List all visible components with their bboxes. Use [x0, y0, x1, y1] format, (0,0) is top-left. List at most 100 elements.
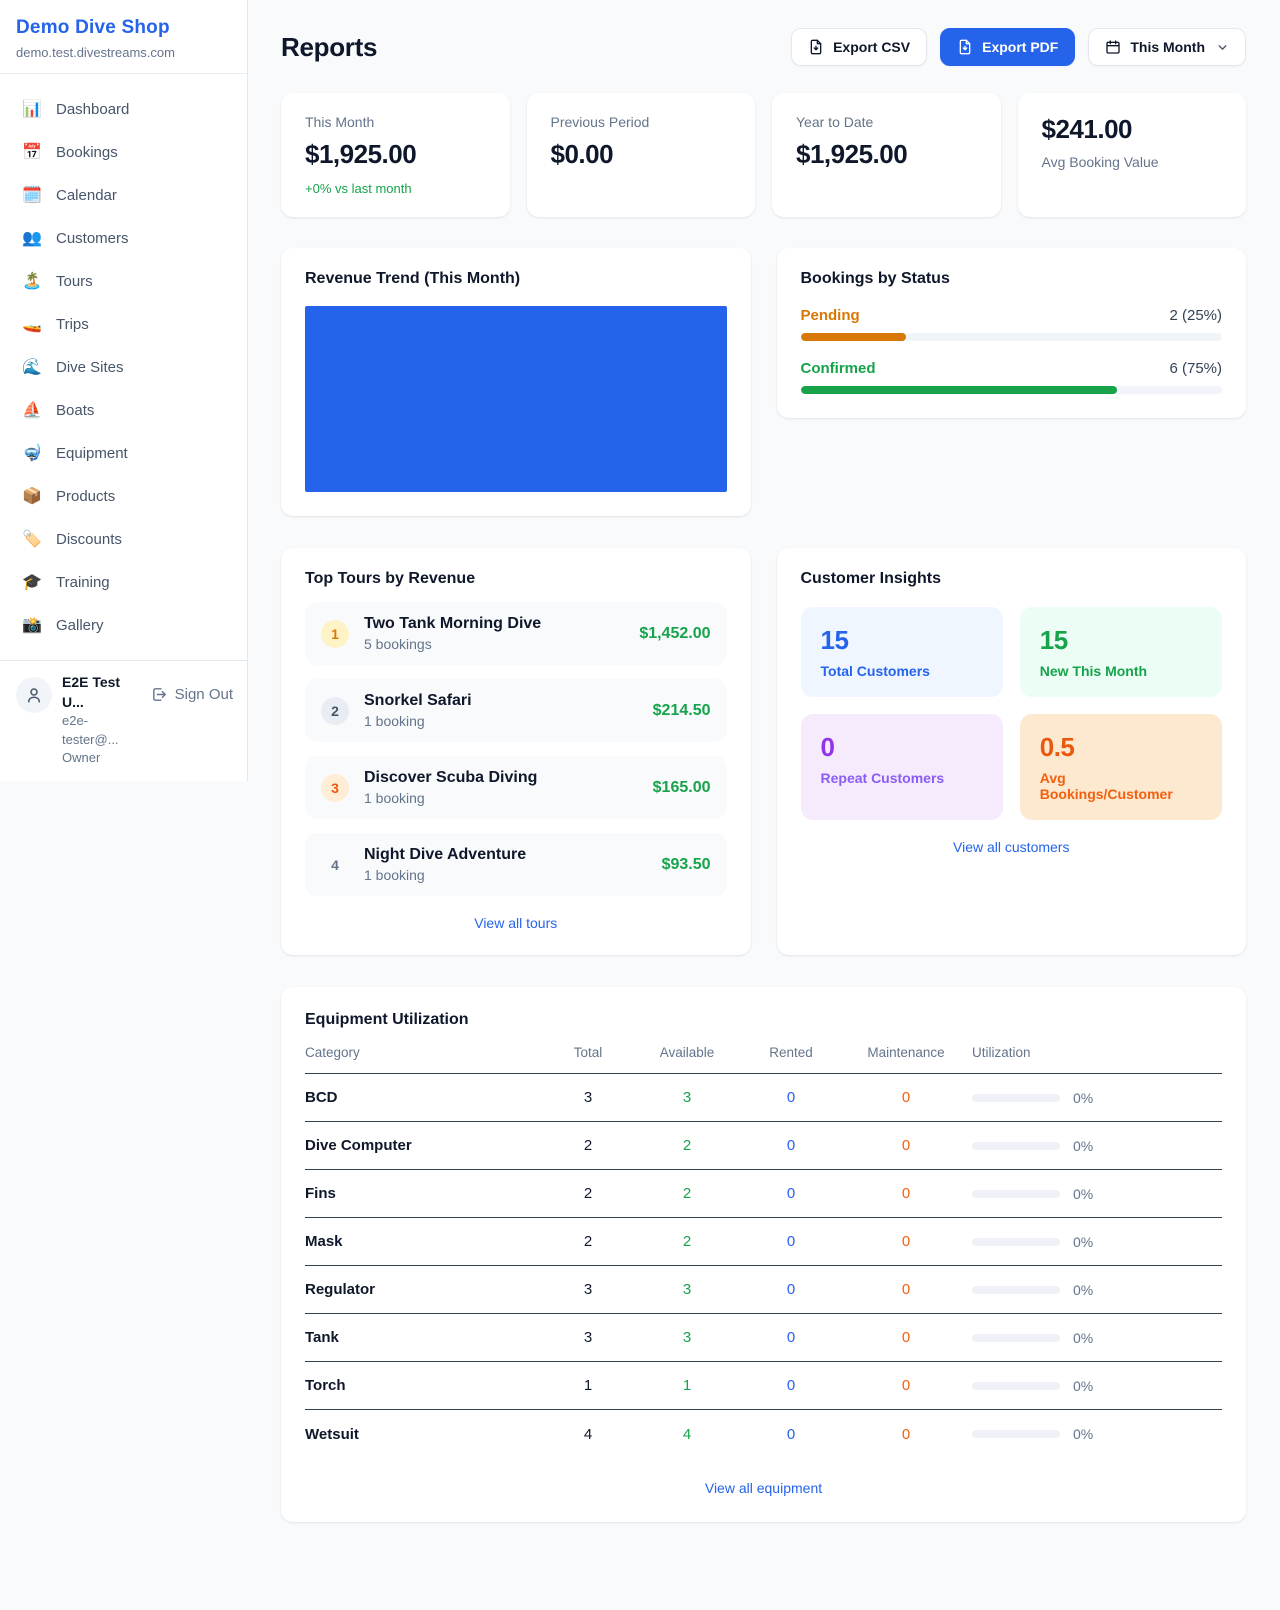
tour-name: Snorkel Safari [364, 692, 472, 710]
file-download-icon [808, 39, 824, 55]
sidebar-item-training[interactable]: 🎓 Training [12, 561, 235, 604]
sidebar-item-dashboard[interactable]: 📊 Dashboard [12, 88, 235, 131]
insights-row: Top Tours by Revenue 1 Two Tank Morning … [281, 548, 1246, 955]
sidebar-item-trips[interactable]: 🚤 Trips [12, 303, 235, 346]
sidebar-item-discounts[interactable]: 🏷️ Discounts [12, 518, 235, 561]
status-value: 2 (25%) [1169, 307, 1222, 324]
table-row: Dive Computer 2 2 0 0 0% [305, 1122, 1222, 1170]
sidebar-item-gallery[interactable]: 📸 Gallery [12, 604, 235, 647]
revenue-trend-card: Revenue Trend (This Month) [281, 248, 751, 516]
utilization-cell: 0% [972, 1234, 1222, 1250]
sidebar-item-label: Calendar [56, 184, 117, 207]
tile-repeat-customers: 0 Repeat Customers [801, 714, 1003, 820]
stat-label: Previous Period [551, 114, 732, 130]
utilization-cell: 0% [972, 1186, 1222, 1202]
panel-title: Bookings by Status [801, 270, 1223, 288]
sidebar-item-label: Products [56, 485, 115, 508]
tag-icon: 🏷️ [22, 528, 42, 551]
utilization-track [972, 1286, 1060, 1294]
rank-badge: 1 [321, 620, 349, 648]
tour-row: 1 Two Tank Morning Dive 5 bookings $1,45… [305, 602, 727, 665]
utilization-cell: 0% [972, 1426, 1222, 1442]
utilization-track [972, 1334, 1060, 1342]
sidebar-item-calendar[interactable]: 🗓️ Calendar [12, 174, 235, 217]
sailboat-icon: ⛵ [22, 399, 42, 422]
tile-value: 0 [821, 732, 983, 763]
stat-label: This Month [305, 114, 486, 130]
equipment-category: Wetsuit [305, 1426, 544, 1443]
customer-insights-card: Customer Insights 15 Total Customers 15 … [777, 548, 1247, 955]
export-csv-button[interactable]: Export CSV [791, 28, 927, 66]
sidebar-item-pos[interactable]: 💳 POS [12, 647, 235, 660]
sidebar-item-label: Gallery [56, 614, 104, 637]
view-all-tours-link[interactable]: View all tours [305, 915, 727, 931]
revenue-trend-bar [305, 306, 727, 492]
rank-badge: 3 [321, 774, 349, 802]
sidebar-item-bookings[interactable]: 📅 Bookings [12, 131, 235, 174]
calendar-icon: 📅 [22, 141, 42, 164]
sidebar-item-label: Dive Sites [56, 356, 124, 379]
sidebar-item-boats[interactable]: ⛵ Boats [12, 389, 235, 432]
sidebar-nav: 📊 Dashboard 📅 Bookings 🗓️ Calendar 👥 Cus… [0, 74, 247, 660]
tile-value: 15 [1040, 625, 1202, 656]
progress-track [801, 333, 1223, 341]
sidebar-item-label: Dashboard [56, 98, 129, 121]
stat-label: Avg Booking Value [1042, 154, 1223, 170]
table-row: Wetsuit 4 4 0 0 0% [305, 1410, 1222, 1458]
sidebar-item-products[interactable]: 📦 Products [12, 475, 235, 518]
sidebar-item-equipment[interactable]: 🤿 Equipment [12, 432, 235, 475]
sidebar-item-tours[interactable]: 🏝️ Tours [12, 260, 235, 303]
tour-bookings: 1 booking [364, 713, 472, 729]
camera-icon: 📸 [22, 614, 42, 637]
table-row: Fins 2 2 0 0 0% [305, 1170, 1222, 1218]
tile-total-customers: 15 Total Customers [801, 607, 1003, 697]
shop-name: Demo Dive Shop [16, 17, 231, 39]
tile-label: New This Month [1040, 663, 1202, 679]
stat-card-avg-booking-value: $241.00 Avg Booking Value [1018, 93, 1247, 217]
top-tours-card: Top Tours by Revenue 1 Two Tank Morning … [281, 548, 751, 955]
equipment-category: Torch [305, 1377, 544, 1394]
equipment-category: BCD [305, 1089, 544, 1106]
page-title: Reports [281, 32, 377, 63]
period-dropdown[interactable]: This Month [1088, 28, 1246, 66]
tour-revenue: $1,452.00 [639, 625, 710, 643]
utilization-cell: 0% [972, 1138, 1222, 1154]
file-download-icon [957, 39, 973, 55]
page-header: Reports Export CSV Export PDF This Month [281, 28, 1246, 66]
export-pdf-button[interactable]: Export PDF [940, 28, 1075, 66]
tour-bookings: 1 booking [364, 867, 526, 883]
table-row: Regulator 3 3 0 0 0% [305, 1266, 1222, 1314]
tour-name: Two Tank Morning Dive [364, 615, 541, 633]
brand: Demo Dive Shop demo.test.divestreams.com [0, 0, 247, 74]
tour-revenue: $165.00 [653, 779, 711, 797]
user-name: E2E Test U... [62, 673, 141, 712]
main-content: Reports Export CSV Export PDF This Month… [248, 0, 1280, 1582]
view-all-equipment-link[interactable]: View all equipment [305, 1480, 1222, 1496]
sidebar-item-label: Customers [56, 227, 129, 250]
utilization-track [972, 1142, 1060, 1150]
status-value: 6 (75%) [1169, 360, 1222, 377]
table-row: Tank 3 3 0 0 0% [305, 1314, 1222, 1362]
equipment-category: Mask [305, 1233, 544, 1250]
panel-title: Customer Insights [801, 570, 1223, 588]
sidebar-item-label: Discounts [56, 528, 122, 551]
tour-bookings: 1 booking [364, 790, 537, 806]
chevron-down-icon [1216, 41, 1229, 54]
bookings-by-status-card: Bookings by Status Pending 2 (25%) Confi… [777, 248, 1247, 418]
status-label: Pending [801, 307, 860, 324]
stat-card-year-to-date: Year to Date $1,925.00 [772, 93, 1001, 217]
stat-delta: +0% vs last month [305, 181, 486, 196]
header-actions: Export CSV Export PDF This Month [791, 28, 1246, 66]
sidebar-item-customers[interactable]: 👥 Customers [12, 217, 235, 260]
view-all-customers-link[interactable]: View all customers [801, 839, 1223, 855]
sidebar-item-dive-sites[interactable]: 🌊 Dive Sites [12, 346, 235, 389]
tour-name: Discover Scuba Diving [364, 769, 537, 787]
sidebar-item-label: Boats [56, 399, 94, 422]
sidebar-item-label: Training [56, 571, 110, 594]
status-row-confirmed: Confirmed 6 (75%) [801, 360, 1223, 394]
status-label: Confirmed [801, 360, 876, 377]
progress-fill [801, 386, 1117, 394]
tile-label: Avg Bookings/Customer [1040, 770, 1202, 802]
sign-out-button[interactable]: Sign Out [151, 686, 233, 703]
progress-track [801, 386, 1223, 394]
